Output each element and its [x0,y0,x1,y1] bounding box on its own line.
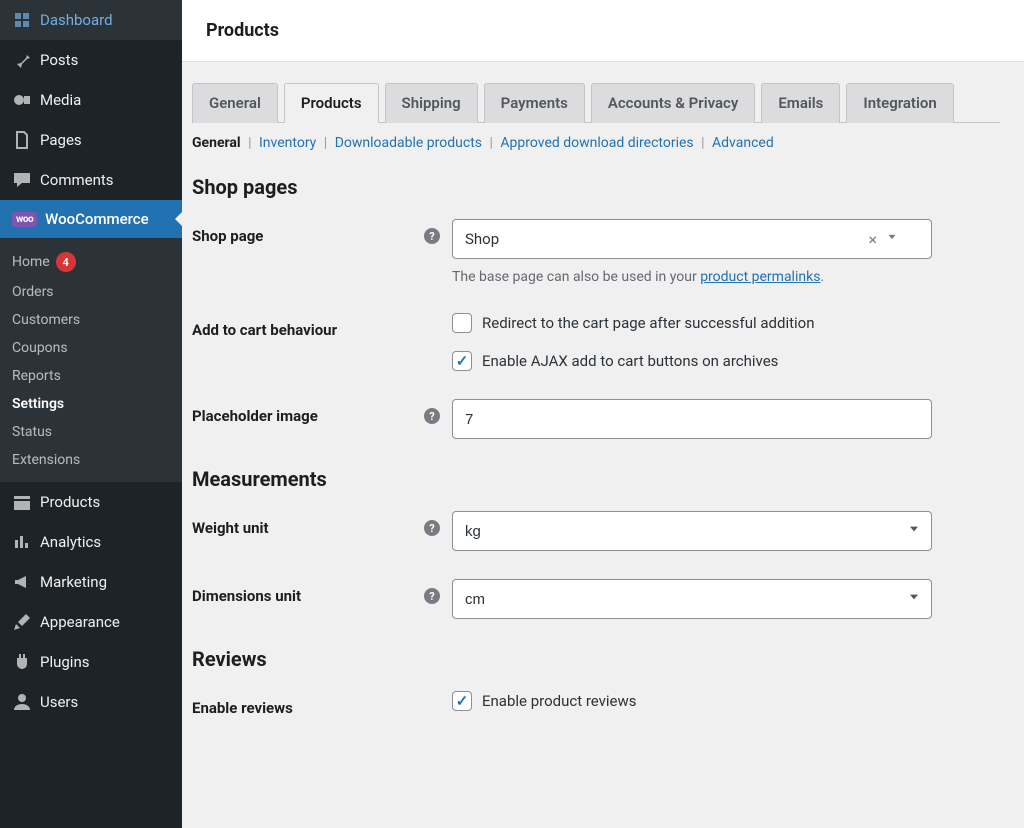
page-title: Products [206,20,1000,41]
sidebar-item-comments[interactable]: Comments [0,160,182,200]
subnav-advanced[interactable]: Advanced [712,135,774,151]
section-shop-pages: Shop pages [192,175,1000,199]
sidebar-label: Comments [40,171,114,189]
label-shop-page: Shop page ? [192,219,452,245]
submenu-customers[interactable]: Customers [0,306,182,334]
tab-emails[interactable]: Emails [761,83,840,123]
checkbox-label: Enable product reviews [482,692,637,710]
sidebar-label: Appearance [40,613,120,631]
subnav-downloadable[interactable]: Downloadable products [335,135,482,151]
user-icon [12,692,32,712]
sidebar-label: Dashboard [40,11,113,29]
submenu-settings[interactable]: Settings [0,390,182,418]
main-content: Products General Products Shipping Payme… [182,0,1024,828]
link-product-permalinks[interactable]: product permalinks [700,269,820,285]
subnav-general[interactable]: General [192,135,241,151]
tab-shipping[interactable]: Shipping [385,83,478,123]
pages-icon [12,130,32,150]
sidebar-label: Products [40,493,100,511]
submenu-orders[interactable]: Orders [0,278,182,306]
chevron-down-icon [885,230,899,248]
plug-icon [12,652,32,672]
sidebar-item-posts[interactable]: Posts [0,40,182,80]
products-icon [12,492,32,512]
products-subnav: General | Inventory | Downloadable produ… [192,135,1000,151]
woo-icon: woo [12,212,37,227]
tab-general[interactable]: General [192,83,278,123]
subnav-inventory[interactable]: Inventory [259,135,316,151]
row-enable-reviews: Enable reviews Enable product reviews [192,691,1000,717]
help-icon[interactable]: ? [424,520,440,536]
select-shop-page[interactable]: Shop × [452,219,932,259]
settings-content: General Products Shipping Payments Accou… [182,62,1024,828]
comment-icon [12,170,32,190]
brush-icon [12,612,32,632]
sidebar-item-plugins[interactable]: Plugins [0,642,182,682]
help-icon[interactable]: ? [424,228,440,244]
page-header: Products [182,0,1024,62]
tab-integration[interactable]: Integration [846,83,953,123]
pin-icon [12,50,32,70]
sidebar-item-pages[interactable]: Pages [0,120,182,160]
sidebar-item-analytics[interactable]: Analytics [0,522,182,562]
select-weight-unit[interactable]: kg [452,511,932,551]
label-weight-unit: Weight unit ? [192,511,452,537]
sidebar-label: Plugins [40,653,89,671]
checkbox-ajax-cart[interactable] [452,351,472,371]
sidebar-label: WooCommerce [45,210,149,228]
tab-products[interactable]: Products [284,83,379,123]
label-enable-reviews: Enable reviews [192,691,452,717]
label-add-to-cart: Add to cart behaviour [192,313,452,339]
label-placeholder-image: Placeholder image ? [192,399,452,425]
help-icon[interactable]: ? [424,588,440,604]
sidebar-label: Marketing [40,573,107,591]
sidebar-label: Users [40,693,78,711]
checkbox-redirect-cart[interactable] [452,313,472,333]
analytics-icon [12,532,32,552]
row-placeholder-image: Placeholder image ? [192,399,1000,439]
tab-payments[interactable]: Payments [484,83,585,123]
shop-page-description: The base page can also be used in your p… [452,269,932,285]
submenu-status[interactable]: Status [0,418,182,446]
row-add-to-cart: Add to cart behaviour Redirect to the ca… [192,313,1000,371]
row-dimensions-unit: Dimensions unit ? cm [192,579,1000,619]
notification-badge: 4 [56,252,76,272]
section-reviews: Reviews [192,647,1000,671]
label-dimensions-unit: Dimensions unit ? [192,579,452,605]
subnav-approved[interactable]: Approved download directories [500,135,693,151]
row-weight-unit: Weight unit ? kg [192,511,1000,551]
submenu-extensions[interactable]: Extensions [0,446,182,474]
sidebar-item-woocommerce[interactable]: woo WooCommerce [0,200,182,238]
tab-accounts[interactable]: Accounts & Privacy [591,83,756,123]
sidebar-item-users[interactable]: Users [0,682,182,722]
sidebar-label: Posts [40,51,78,69]
sidebar-label: Analytics [40,533,101,551]
row-shop-page: Shop page ? Shop × The base page can als… [192,219,1000,285]
checkbox-enable-reviews[interactable] [452,691,472,711]
sidebar-item-dashboard[interactable]: Dashboard [0,0,182,40]
admin-sidebar: Dashboard Posts Media Pages Comments woo… [0,0,182,828]
submenu-coupons[interactable]: Coupons [0,334,182,362]
megaphone-icon [12,572,32,592]
sidebar-label: Pages [40,131,82,149]
checkbox-label: Redirect to the cart page after successf… [482,314,815,332]
help-icon[interactable]: ? [424,408,440,424]
select-dimensions-unit[interactable]: cm [452,579,932,619]
dashboard-icon [12,10,32,30]
submenu-home[interactable]: Home 4 [0,246,182,278]
submenu-reports[interactable]: Reports [0,362,182,390]
sidebar-item-products[interactable]: Products [0,482,182,522]
clear-icon[interactable]: × [868,230,877,249]
sidebar-item-marketing[interactable]: Marketing [0,562,182,602]
media-icon [12,90,32,110]
section-measurements: Measurements [192,467,1000,491]
woocommerce-submenu: Home 4 Orders Customers Coupons Reports … [0,238,182,482]
sidebar-item-media[interactable]: Media [0,80,182,120]
checkbox-label: Enable AJAX add to cart buttons on archi… [482,352,778,370]
sidebar-label: Media [40,91,81,109]
settings-tabs: General Products Shipping Payments Accou… [192,82,1000,123]
sidebar-item-appearance[interactable]: Appearance [0,602,182,642]
input-placeholder-image[interactable] [452,399,932,439]
